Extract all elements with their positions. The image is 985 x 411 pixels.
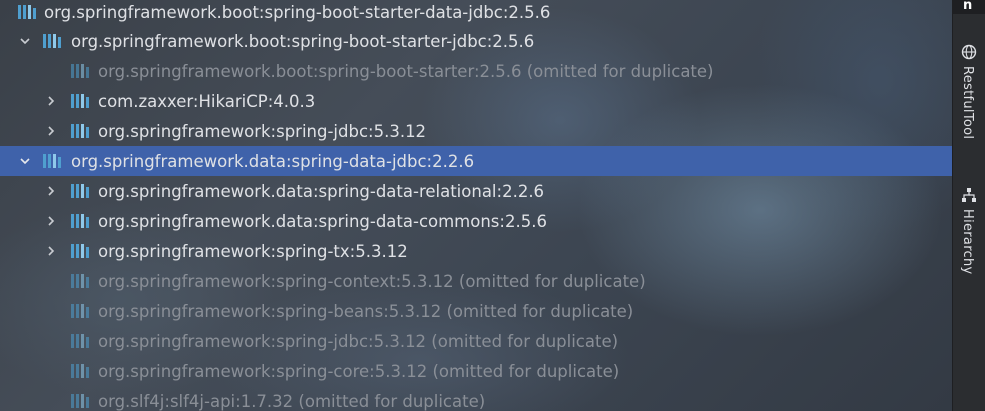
hierarchy-icon [961, 187, 977, 203]
library-icon [70, 182, 90, 200]
chevron-down-icon[interactable] [20, 156, 30, 166]
tree-row-label: org.springframework:spring-core:5.3.12 (… [98, 361, 620, 381]
tree-row-label: org.springframework:spring-jdbc:5.3.12 [98, 121, 427, 141]
library-icon [17, 3, 37, 21]
library-icon [70, 92, 90, 110]
tree-row[interactable]: org.slf4j:slf4j-api:1.7.32 (omitted for … [0, 386, 952, 411]
hierarchy-button[interactable]: Hierarchy [953, 183, 985, 293]
restful-tool-button[interactable]: RestfulTool [953, 40, 985, 160]
tree-row[interactable]: org.springframework.data:spring-data-com… [0, 206, 952, 236]
library-icon [70, 62, 90, 80]
chevron-right-icon[interactable] [46, 126, 56, 136]
right-tool-strip: n RestfulTool Hierarchy [952, 0, 985, 411]
tree-row[interactable]: org.springframework:spring-beans:5.3.12 … [0, 296, 952, 326]
tree-row-label: org.springframework.data:spring-data-rel… [98, 181, 545, 201]
tree-row[interactable]: org.springframework.data:spring-data-rel… [0, 176, 952, 206]
tree-row-label: org.springframework:spring-jdbc:5.3.12 (… [98, 331, 619, 351]
tree-row[interactable]: org.springframework:spring-jdbc:5.3.12 [0, 116, 952, 146]
tree-row[interactable]: org.springframework:spring-core:5.3.12 (… [0, 356, 952, 386]
globe-icon [961, 44, 977, 60]
library-icon [42, 32, 62, 50]
tree-row[interactable]: org.springframework:spring-context:5.3.1… [0, 266, 952, 296]
tree-row[interactable]: org.springframework:spring-jdbc:5.3.12 (… [0, 326, 952, 356]
dependency-tree: org.springframework.boot:spring-boot-sta… [0, 0, 952, 411]
tree-row[interactable]: org.springframework:spring-tx:5.3.12 [0, 236, 952, 266]
library-icon [42, 152, 62, 170]
tree-row-label: org.springframework.boot:spring-boot-sta… [44, 2, 551, 22]
tree-row-label: org.springframework.data:spring-data-jdb… [71, 151, 475, 171]
library-icon [70, 392, 90, 410]
tree-row-label: org.springframework.boot:spring-boot-sta… [71, 31, 535, 51]
strip-top-tab[interactable]: n [953, 0, 985, 14]
chevron-right-icon[interactable] [46, 246, 56, 256]
tree-row[interactable]: com.zaxxer:HikariCP:4.0.3 [0, 86, 952, 116]
library-icon [70, 272, 90, 290]
tree-row[interactable]: org.springframework.boot:spring-boot-sta… [0, 56, 952, 86]
tree-row-label: org.springframework.boot:spring-boot-sta… [98, 61, 714, 81]
tree-row-label: org.springframework.data:spring-data-com… [98, 211, 547, 231]
chevron-right-icon[interactable] [46, 186, 56, 196]
library-icon [70, 212, 90, 230]
tree-row-label: org.slf4j:slf4j-api:1.7.32 (omitted for … [98, 391, 486, 411]
library-icon [70, 302, 90, 320]
tree-row-label: com.zaxxer:HikariCP:4.0.3 [98, 91, 316, 111]
tree-row-label: org.springframework:spring-beans:5.3.12 … [98, 301, 634, 321]
chevron-right-icon[interactable] [46, 216, 56, 226]
library-icon [70, 242, 90, 260]
tree-row-label: org.springframework:spring-tx:5.3.12 [98, 241, 408, 261]
tree-row[interactable]: org.springframework.boot:spring-boot-sta… [0, 26, 952, 56]
tree-row[interactable]: org.springframework.boot:spring-boot-sta… [0, 0, 952, 27]
strip-top-label: n [963, 0, 973, 13]
library-icon [70, 362, 90, 380]
tree-row-label: org.springframework:spring-context:5.3.1… [98, 271, 646, 291]
chevron-right-icon[interactable] [46, 96, 56, 106]
library-icon [70, 122, 90, 140]
library-icon [70, 332, 90, 350]
restful-tool-label: RestfulTool [960, 66, 975, 140]
tree-row-selected[interactable]: org.springframework.data:spring-data-jdb… [0, 146, 952, 176]
chevron-down-icon[interactable] [20, 36, 30, 46]
hierarchy-label: Hierarchy [960, 209, 975, 275]
